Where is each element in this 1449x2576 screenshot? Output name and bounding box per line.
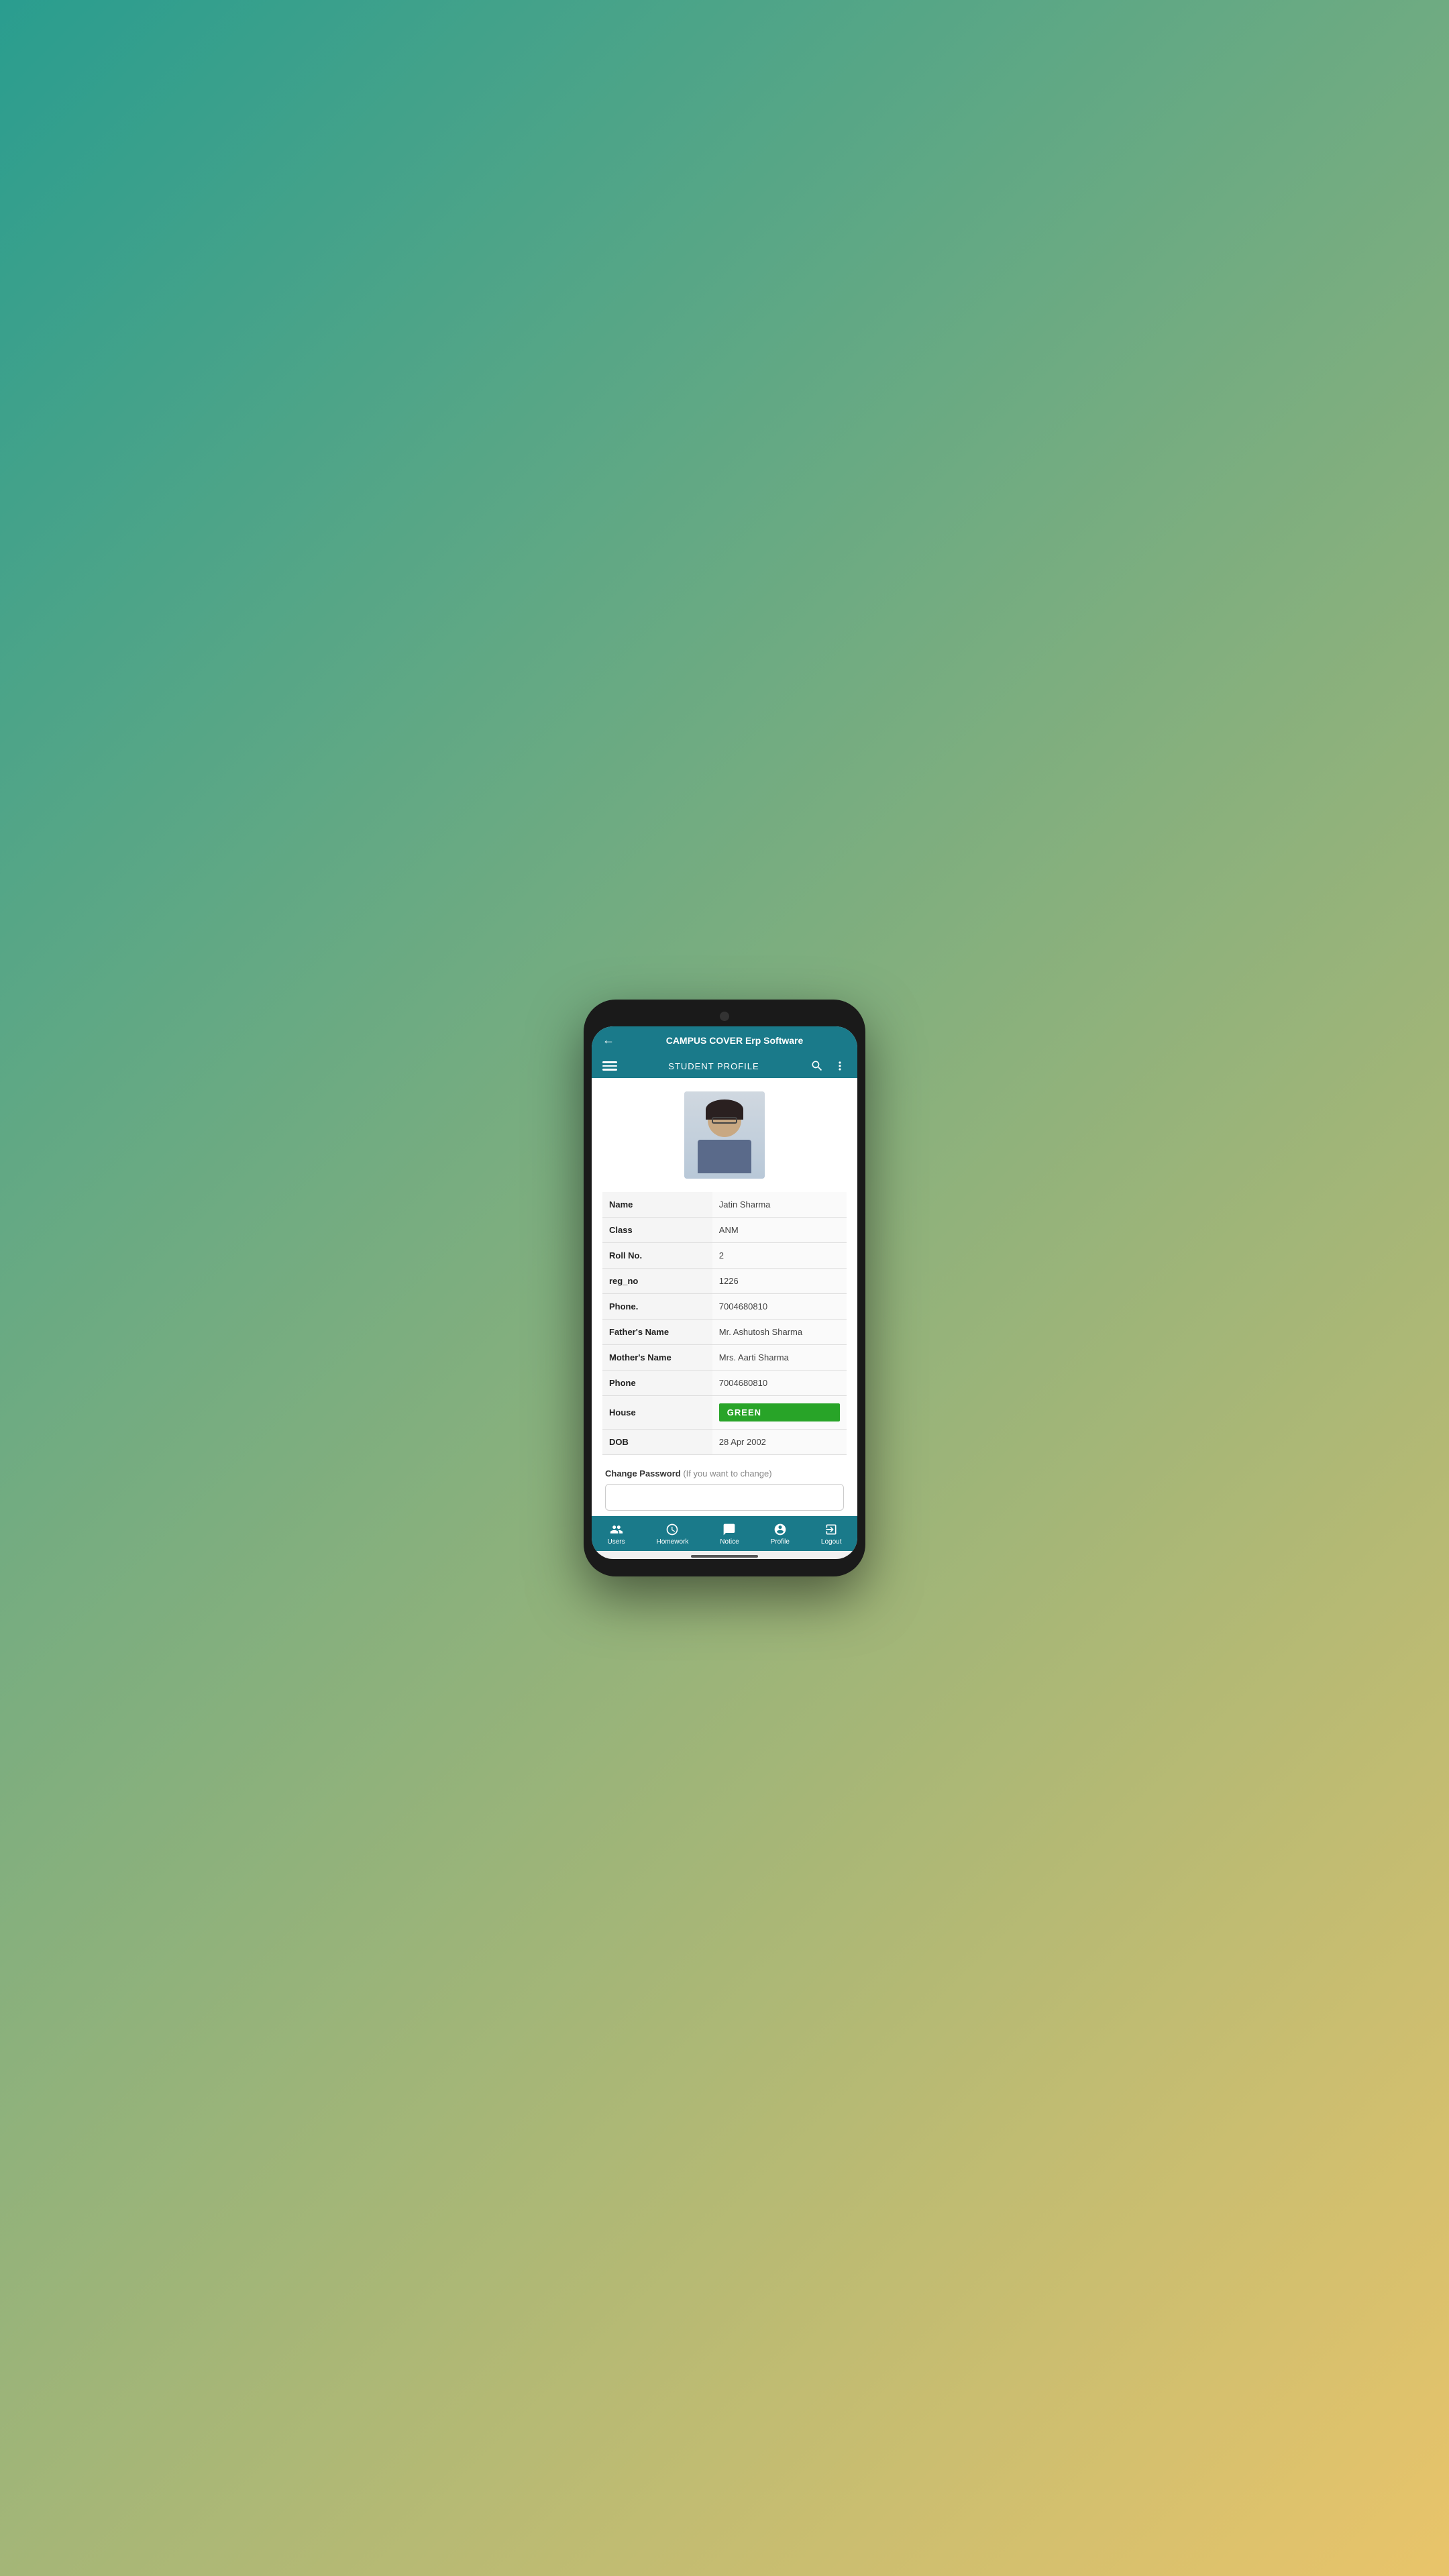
row-value: 7004680810 [712, 1294, 847, 1320]
table-row: reg_no1226 [602, 1269, 847, 1294]
homework-label: Homework [657, 1538, 689, 1546]
hamburger-menu[interactable] [602, 1061, 617, 1071]
table-row: DOB28 Apr 2002 [602, 1430, 847, 1455]
row-label: Mother's Name [602, 1345, 712, 1371]
row-label: Phone [602, 1371, 712, 1396]
phone-frame: ← CAMPUS COVER Erp Software STUDENT PROF… [584, 1000, 865, 1576]
phone-screen: ← CAMPUS COVER Erp Software STUDENT PROF… [592, 1026, 857, 1559]
row-label: reg_no [602, 1269, 712, 1294]
row-value: 2 [712, 1243, 847, 1269]
row-value: 7004680810 [712, 1371, 847, 1396]
homework-icon [665, 1523, 679, 1536]
table-row: Roll No.2 [602, 1243, 847, 1269]
row-label: House [602, 1396, 712, 1430]
change-password-label: Change Password (If you want to change) [605, 1468, 844, 1479]
row-value: Mrs. Aarti Sharma [712, 1345, 847, 1371]
table-row: Phone.7004680810 [602, 1294, 847, 1320]
row-label: Class [602, 1218, 712, 1243]
change-password-input[interactable] [605, 1484, 844, 1511]
student-glasses [712, 1117, 737, 1124]
password-section: Change Password (If you want to change) … [602, 1468, 847, 1516]
notice-icon [722, 1523, 736, 1536]
bottom-nav: Users Homework Notice Profile [592, 1516, 857, 1551]
back-button[interactable]: ← [602, 1033, 614, 1047]
nav-icons [810, 1059, 847, 1073]
table-row: Mother's NameMrs. Aarti Sharma [602, 1345, 847, 1371]
row-value: 28 Apr 2002 [712, 1430, 847, 1455]
row-value: GREEN [712, 1396, 847, 1430]
more-options-icon[interactable] [833, 1059, 847, 1073]
row-value: 1226 [712, 1269, 847, 1294]
users-label: Users [607, 1538, 625, 1546]
notice-label: Notice [720, 1538, 739, 1546]
search-icon[interactable] [810, 1059, 824, 1073]
nav-item-profile[interactable]: Profile [765, 1521, 795, 1547]
row-label: DOB [602, 1430, 712, 1455]
screen-title: STUDENT PROFILE [617, 1061, 810, 1071]
table-row: ClassANM [602, 1218, 847, 1243]
student-photo [684, 1091, 765, 1179]
row-label: Father's Name [602, 1320, 712, 1345]
logout-icon [824, 1523, 838, 1536]
app-title: CAMPUS COVER Erp Software [623, 1035, 847, 1046]
row-label: Phone. [602, 1294, 712, 1320]
change-password-hint: (If you want to change) [683, 1468, 771, 1479]
row-value: Jatin Sharma [712, 1192, 847, 1218]
table-row: Phone7004680810 [602, 1371, 847, 1396]
row-value: Mr. Ashutosh Sharma [712, 1320, 847, 1345]
table-row: House GREEN [602, 1396, 847, 1430]
house-badge: GREEN [719, 1403, 840, 1421]
content-area: NameJatin SharmaClassANMRoll No.2reg_no1… [592, 1078, 857, 1516]
home-bar [691, 1555, 758, 1558]
row-value: ANM [712, 1218, 847, 1243]
table-row: NameJatin Sharma [602, 1192, 847, 1218]
camera [720, 1012, 729, 1021]
row-label: Roll No. [602, 1243, 712, 1269]
nav-item-users[interactable]: Users [602, 1521, 630, 1547]
table-row: Father's NameMr. Ashutosh Sharma [602, 1320, 847, 1345]
avatar-section [602, 1091, 847, 1179]
nav-bar: STUDENT PROFILE [592, 1054, 857, 1078]
profile-table: NameJatin SharmaClassANMRoll No.2reg_no1… [602, 1192, 847, 1455]
profile-icon [773, 1523, 787, 1536]
users-icon [610, 1523, 623, 1536]
student-body [698, 1140, 751, 1173]
nav-item-notice[interactable]: Notice [714, 1521, 744, 1547]
student-figure [684, 1091, 765, 1179]
logout-label: Logout [821, 1538, 842, 1546]
nav-item-homework[interactable]: Homework [651, 1521, 694, 1547]
row-label: Name [602, 1192, 712, 1218]
student-head [708, 1104, 741, 1137]
profile-label: Profile [771, 1538, 790, 1546]
nav-item-logout[interactable]: Logout [816, 1521, 847, 1547]
title-bar: ← CAMPUS COVER Erp Software [592, 1026, 857, 1054]
